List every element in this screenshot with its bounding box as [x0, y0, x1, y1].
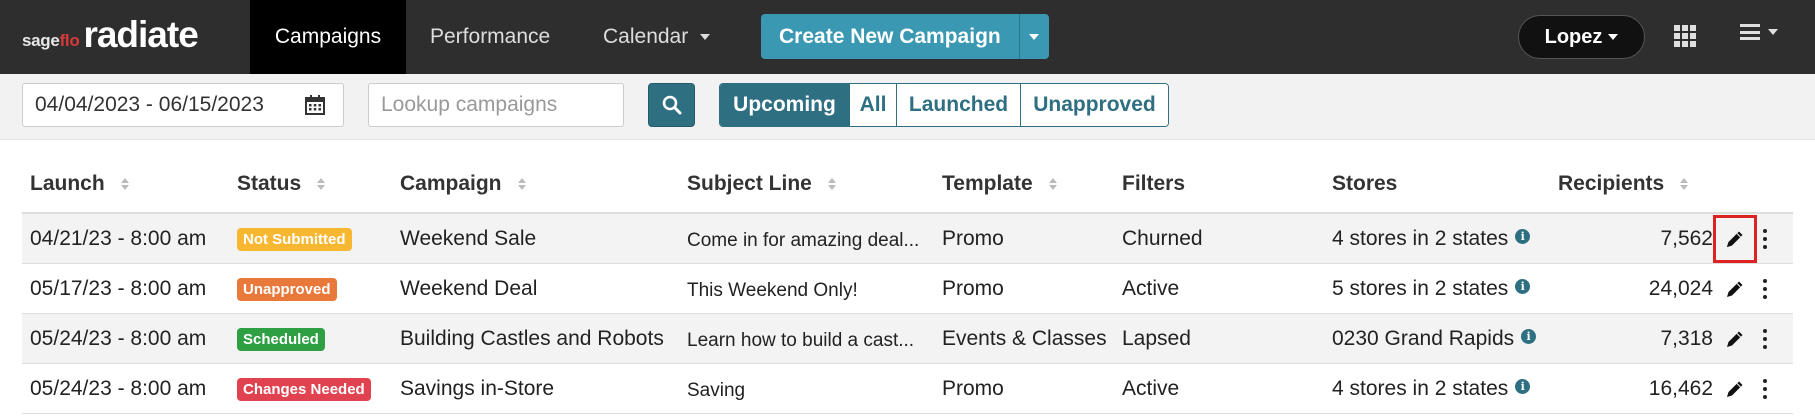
table-header: Launch Status Campaign Subject Line Temp… — [22, 158, 1793, 214]
nav-calendar[interactable]: Calendar — [579, 0, 734, 74]
cell-recipients: 7,562 — [1660, 227, 1713, 250]
chevron-down-icon — [1768, 29, 1778, 35]
sort-icon — [120, 178, 129, 190]
column-header-filters: Filters — [1122, 172, 1186, 195]
cell-recipients: 7,318 — [1660, 327, 1713, 350]
cell-subject-line: This Weekend Only! — [687, 280, 858, 301]
cell-launch: 04/21/23 - 8:00 am — [30, 227, 207, 250]
cell-subject-line: Saving — [687, 380, 746, 401]
create-campaign-dropdown-toggle[interactable] — [1018, 14, 1049, 59]
info-icon[interactable]: i — [1515, 278, 1531, 294]
brand-logo-small: sageflo — [22, 31, 80, 50]
sort-icon — [827, 178, 836, 190]
table-row[interactable]: 05/24/23 - 8:00 am Changes Needed Saving… — [22, 364, 1793, 414]
cell-filters: Lapsed — [1122, 327, 1191, 350]
cell-campaign[interactable]: Building Castles and Robots — [400, 314, 664, 364]
brand-logo[interactable]: sageflo radiate — [22, 14, 199, 55]
column-header-status[interactable]: Status — [237, 172, 326, 196]
cell-campaign[interactable]: Savings in-Store — [400, 364, 554, 414]
status-badge: Not Submitted — [237, 227, 352, 251]
filter-all[interactable]: All — [849, 84, 896, 126]
cell-template: Promo — [942, 377, 1004, 400]
column-header-recipients[interactable]: Recipients — [1558, 172, 1689, 196]
filter-launched[interactable]: Launched — [896, 84, 1020, 126]
user-menu-button[interactable]: Lopez — [1518, 15, 1645, 59]
table-row[interactable]: 05/24/23 - 8:00 am Scheduled Building Ca… — [22, 314, 1793, 364]
cell-recipients: 16,462 — [1648, 377, 1713, 400]
status-badge: Unapproved — [237, 277, 337, 301]
cell-campaign[interactable]: Weekend Sale — [400, 214, 536, 264]
pencil-icon — [1727, 231, 1743, 247]
nav-performance[interactable]: Performance — [406, 0, 574, 74]
campaigns-table: Launch Status Campaign Subject Line Temp… — [22, 158, 1793, 414]
filter-unapproved[interactable]: Unapproved — [1020, 84, 1168, 126]
pencil-icon — [1727, 281, 1743, 297]
sort-icon — [517, 178, 526, 190]
cell-stores: 5 stores in 2 states i — [1332, 264, 1531, 314]
status-badge: Scheduled — [237, 327, 325, 351]
create-campaign-split-button: Create New Campaign — [761, 14, 1049, 59]
table-row[interactable]: 05/17/23 - 8:00 am Unapproved Weekend De… — [22, 264, 1793, 314]
edit-button[interactable] — [1722, 274, 1748, 304]
brand-logo-big: radiate — [83, 14, 198, 55]
edit-button[interactable] — [1722, 324, 1748, 354]
search-icon — [662, 95, 681, 115]
cell-launch: 05/24/23 - 8:00 am — [30, 377, 207, 400]
cell-template: Promo — [942, 227, 1004, 250]
edit-button[interactable] — [1722, 374, 1748, 404]
column-header-subject-line[interactable]: Subject Line — [687, 172, 836, 196]
pencil-icon — [1727, 331, 1743, 347]
chevron-down-icon — [700, 34, 711, 40]
hamburger-icon — [1740, 24, 1760, 40]
cell-launch: 05/24/23 - 8:00 am — [30, 327, 207, 350]
column-header-stores: Stores — [1332, 172, 1398, 195]
top-navbar: sageflo radiate Campaigns Performance Ca… — [0, 0, 1815, 74]
more-options-button[interactable] — [1762, 329, 1768, 349]
cell-filters: Active — [1122, 377, 1180, 400]
more-options-button[interactable] — [1762, 279, 1768, 299]
table-row[interactable]: 04/21/23 - 8:00 am Not Submitted Weekend… — [22, 214, 1793, 264]
info-icon[interactable]: i — [1515, 228, 1531, 244]
info-icon[interactable]: i — [1521, 328, 1537, 344]
column-header-template[interactable]: Template — [942, 172, 1057, 196]
status-badge: Changes Needed — [237, 377, 371, 401]
campaign-status-filter: Upcoming All Launched Unapproved — [719, 83, 1169, 127]
cell-filters: Churned — [1122, 227, 1203, 250]
cell-launch: 05/17/23 - 8:00 am — [30, 277, 207, 300]
pencil-icon — [1727, 381, 1743, 397]
filter-upcoming[interactable]: Upcoming — [720, 84, 849, 126]
chevron-down-icon — [1608, 34, 1619, 40]
cell-recipients: 24,024 — [1648, 277, 1713, 300]
sort-icon — [1048, 178, 1057, 190]
info-icon[interactable]: i — [1515, 378, 1531, 394]
cell-stores: 4 stores in 2 states i — [1332, 364, 1531, 414]
cell-subject-line: Come in for amazing deal... — [687, 230, 920, 251]
search-button[interactable] — [648, 83, 695, 127]
chevron-down-icon — [1029, 33, 1040, 40]
more-options-button[interactable] — [1762, 379, 1768, 399]
cell-campaign[interactable]: Weekend Deal — [400, 264, 537, 314]
cell-filters: Active — [1122, 277, 1180, 300]
cell-template: Events & Classes — [942, 327, 1107, 350]
hamburger-menu-button[interactable] — [1740, 24, 1778, 40]
cell-template: Promo — [942, 277, 1004, 300]
column-header-launch[interactable]: Launch — [30, 172, 129, 196]
calendar-icon — [305, 95, 325, 115]
filter-bar: 04/04/2023 - 06/15/2023 Upcoming All Lau… — [0, 74, 1815, 140]
nav-campaigns[interactable]: Campaigns — [250, 0, 406, 74]
more-options-button[interactable] — [1762, 229, 1768, 249]
campaign-search-input[interactable] — [368, 83, 624, 127]
grid-icon[interactable] — [1674, 25, 1696, 47]
create-new-campaign-button[interactable]: Create New Campaign — [761, 14, 1019, 59]
column-header-campaign[interactable]: Campaign — [400, 172, 526, 196]
cell-stores: 4 stores in 2 states i — [1332, 214, 1531, 264]
cell-subject-line: Learn how to build a cast... — [687, 330, 915, 351]
date-range-field[interactable]: 04/04/2023 - 06/15/2023 — [22, 83, 344, 127]
sort-icon — [1680, 178, 1689, 190]
edit-button[interactable] — [1713, 215, 1757, 263]
cell-stores: 0230 Grand Rapids i — [1332, 314, 1537, 364]
sort-icon — [317, 178, 326, 190]
